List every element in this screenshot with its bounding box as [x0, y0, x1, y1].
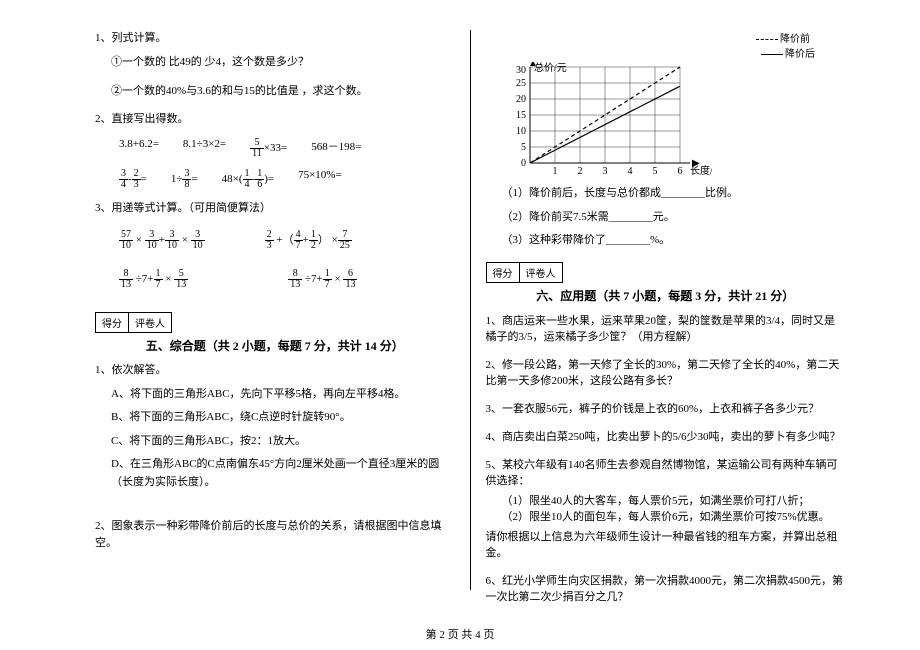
svg-text:5: 5 — [521, 142, 526, 153]
y-axis-text: 总价/元 — [534, 62, 567, 74]
svg-text:4: 4 — [627, 166, 632, 177]
eq: 3.8+6.2= — [119, 138, 159, 159]
section5-title: 五、综合题（共 2 小题，每题 7 分，共计 14 分） — [95, 337, 455, 354]
q2-title: 2、直接写出得数。 — [95, 111, 455, 129]
q2-row1: 3.8+6.2= 8.1÷3×2= 511×33= 568－198= — [119, 138, 455, 159]
dash-icon — [756, 39, 778, 40]
exam-page: 1、列式计算。 ①一个数的 比49的 少4，这个数是多少？ ②一个数的40%与3… — [0, 0, 920, 610]
score-label: 得分 — [96, 313, 129, 332]
page-footer: 第 2 页 共 4 页 — [0, 626, 920, 642]
q1-title: 1、列式计算。 — [95, 30, 455, 48]
s6-q3: 3、一套衣服56元，裤子的价钱是上衣的60%，上衣和裤子各多少元？ — [486, 400, 846, 416]
q1-b: ②一个数的40%与3.6的和与15的比值是 ，求这个数。 — [95, 83, 455, 101]
s6-q5b: （2）限坐10人的面包车，每人票价6元，如满坐票价可按75%优惠。 — [486, 508, 846, 524]
eq: 511×33= — [250, 138, 287, 159]
gridlines — [530, 67, 680, 163]
legend-after: 降价后 — [785, 49, 815, 60]
s6-q5: 5、某校六年级有140名师生去参观自然博物馆，某运输公司有两种车辆可供选择： （… — [486, 456, 846, 560]
eq: 1÷38= — [171, 169, 198, 190]
x-axis-text: 长度/米 — [690, 164, 712, 177]
svg-text:25: 25 — [516, 78, 526, 89]
s6-q5-stem: 5、某校六年级有140名师生去参观自然博物馆，某运输公司有两种车辆可供选择： — [486, 456, 846, 488]
s6-q2: 2、修一段公路，第一天修了全长的30%，第二天修了全长的40%，第二天比第一天多… — [486, 356, 846, 388]
s6-q5a: （1）限坐40人的大客车，每人票价5元，如满坐票价可打八折； — [486, 492, 846, 508]
eq: 34-23= — [119, 169, 147, 190]
chart-legend: 降价前 降价后 — [502, 30, 846, 60]
s6-q4: 4、商店卖出白菜250吨，比卖出萝卜的5/6少30吨，卖出的萝卜有多少吨？ — [486, 428, 846, 444]
x-ticks: 1 2 3 4 5 6 — [552, 166, 682, 177]
s6-q6: 6、红光小学师生向灾区捐款，第一次捐款4000元，第二次捐款4500元，第一次比… — [486, 572, 846, 604]
eq: 813 ÷7+17 × 613 — [288, 269, 357, 290]
left-column: 1、列式计算。 ①一个数的 比49的 少4，这个数是多少？ ②一个数的40%与3… — [80, 30, 470, 590]
grader-label: 评卷人 — [129, 313, 171, 332]
q2-row2: 34-23= 1÷38= 48×(14-16)= 75×10%= — [119, 169, 455, 190]
q3-row1: 5710 × 310+310 × 310 23 +（47+12） ×725 — [119, 230, 455, 251]
chart-q2: （2）降价前买7.5米需________元。 — [486, 209, 846, 227]
s5-q1: 1、依次解答。 — [95, 362, 455, 380]
score-box: 得分 评卷人 — [95, 312, 172, 333]
s5-b: B、将下面的三角形ABC，绕C点逆时针旋转90°。 — [95, 409, 455, 427]
right-column: 降价前 降价后 ▲ 总价/元 ▶ 0 5 10 1 — [471, 30, 861, 590]
s6-q1: 1、商店运来一些水果，运来苹果20筐，梨的筐数是苹果的3/4，同时又是橘子的3/… — [486, 312, 846, 344]
s5-q2: 2、图象表示一种彩带降价前后的长度与总价的关系，请根据图中信息填空。 — [95, 518, 455, 553]
y-ticks: 0 5 10 15 20 25 30 — [516, 65, 526, 169]
chart-q1: （1）降价前后，长度与总价都成________比例。 — [486, 185, 846, 203]
eq: 568－198= — [311, 138, 361, 159]
chart: 降价前 降价后 ▲ 总价/元 ▶ 0 5 10 1 — [502, 30, 846, 177]
eq: 5710 × 310+310 × 310 — [119, 230, 205, 251]
svg-text:30: 30 — [516, 65, 526, 76]
svg-text:5: 5 — [652, 166, 657, 177]
grader-label: 评卷人 — [520, 263, 562, 282]
eq: 75×10%= — [298, 169, 342, 190]
s5-d: D、在三角形ABC的C点南偏东45°方向2厘米处画一个直径3厘米的圆（长度为实际… — [95, 456, 455, 491]
solid-icon — [761, 54, 783, 55]
svg-text:1: 1 — [552, 166, 557, 177]
s6-q5c: 请你根据以上信息为六年级师生设计一种最省钱的租车方案，并算出总租金。 — [486, 528, 846, 560]
svg-text:15: 15 — [516, 110, 526, 121]
chart-q3: （3）这种彩带降价了________%。 — [486, 232, 846, 250]
svg-text:6: 6 — [677, 166, 682, 177]
eq: 23 +（47+12） ×725 — [265, 230, 352, 251]
score-box-2: 得分 评卷人 — [486, 262, 563, 283]
svg-text:3: 3 — [602, 166, 607, 177]
line-chart-svg: ▲ 总价/元 ▶ 0 5 10 15 20 25 30 — [502, 62, 712, 177]
s5-c: C、将下面的三角形ABC，按2：1放大。 — [95, 433, 455, 451]
score-label: 得分 — [487, 263, 520, 282]
svg-text:2: 2 — [577, 166, 582, 177]
s5-a: A、将下面的三角形ABC，先向下平移5格，再向左平移4格。 — [95, 386, 455, 404]
legend-before: 降价前 — [780, 34, 810, 45]
svg-text:10: 10 — [516, 126, 526, 137]
eq: 48×(14-16)= — [222, 169, 274, 190]
q3-row2: 813 ÷7+17 × 513 813 ÷7+17 × 613 — [119, 269, 455, 290]
section6-title: 六、应用题（共 7 小题，每题 3 分，共计 21 分） — [486, 287, 846, 304]
eq: 813 ÷7+17 × 513 — [119, 269, 188, 290]
q3-title: 3、用递等式计算。（可用简便算法） — [95, 200, 455, 218]
svg-text:0: 0 — [521, 158, 526, 169]
q1-a: ①一个数的 比49的 少4，这个数是多少？ — [95, 54, 455, 72]
svg-text:20: 20 — [516, 94, 526, 105]
eq: 8.1÷3×2= — [183, 138, 226, 159]
